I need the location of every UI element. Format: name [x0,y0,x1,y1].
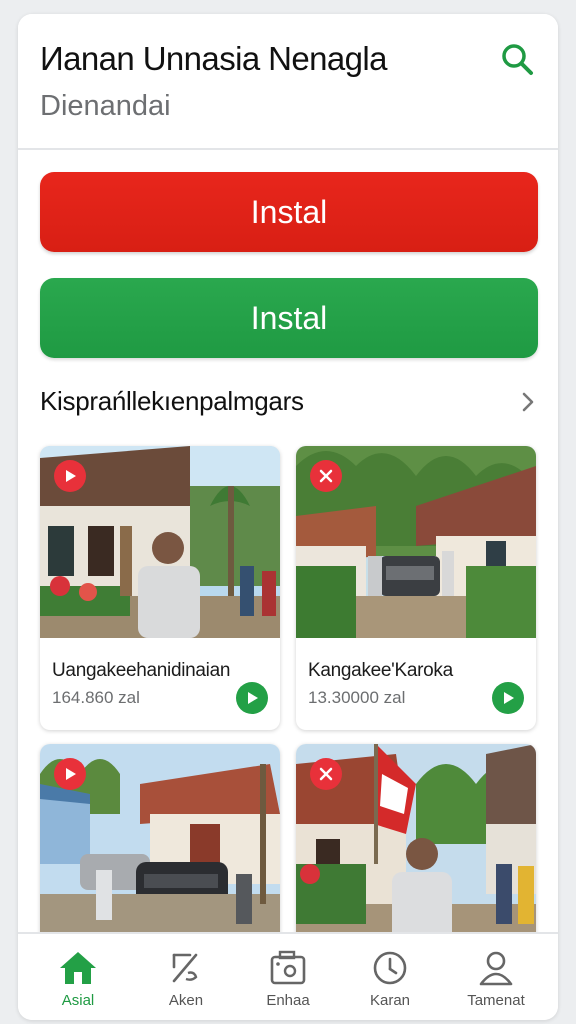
card-play-button[interactable] [492,682,524,714]
section-header: Kisprańllekıenpalmgars [40,384,538,424]
card-count: 13.30000 zal [308,688,406,707]
close-badge [310,460,342,492]
search-button[interactable] [496,38,538,80]
section-more-button[interactable] [518,388,538,421]
nav-label: Asial [61,992,95,1009]
card-title: Uangakeehanidinaian [52,660,231,681]
play-icon [66,768,76,780]
home-icon [60,952,96,984]
nav-item-tamenat[interactable]: Tamenat [442,934,550,1020]
card-title: Kangakee'Karoka [308,660,453,681]
play-icon [66,470,76,482]
video-card-4[interactable] [296,744,536,944]
nav-label: Aken [168,992,204,1009]
section-title: Kisprańllekıenpalmgars [40,386,304,416]
play-badge [54,460,86,492]
close-icon [319,767,333,781]
search-icon [502,44,533,75]
nav-label: Tamenat [467,992,525,1009]
clock-icon [373,951,407,985]
nav-label: Karan [369,992,411,1009]
app-subtitle: Dienandai [40,90,171,122]
nav-item-home[interactable]: Asial [24,934,132,1020]
install-button-secondary[interactable]: Instal [40,278,538,358]
app-header: Иanan Unnasia Nenagla Dienandai [18,14,558,150]
play-icon [504,692,514,704]
install-button-primary[interactable]: Instal [40,172,538,252]
close-icon [319,469,333,483]
chevron-right-icon [522,392,534,412]
edit-icon [172,953,198,983]
video-card-2[interactable]: Kangakee'Karoka 13.30000 zal [296,446,536,730]
close-badge [310,758,342,790]
user-icon [479,951,513,986]
video-card-1[interactable]: Uangakeehanidinaian 164.860 zal [40,446,280,730]
nav-item-aken[interactable]: Aken [132,934,240,1020]
nav-label: Enhaa [266,992,310,1009]
nav-item-karan[interactable]: Karan [336,934,444,1020]
nav-item-enhaa[interactable]: Enhaa [234,934,342,1020]
card-play-button[interactable] [236,682,268,714]
video-card-3[interactable] [40,744,280,944]
bottom-navigation: Asial Aken Enhaa Karan Tamenat [18,932,558,1020]
app-title: Иanan Unnasia Nenagla [40,40,387,77]
camera-icon [270,950,306,985]
play-badge [54,758,86,790]
app-screen: Иanan Unnasia Nenagla Dienandai Instal I… [18,14,558,1020]
play-icon [248,692,258,704]
card-count: 164.860 zal [52,688,140,707]
